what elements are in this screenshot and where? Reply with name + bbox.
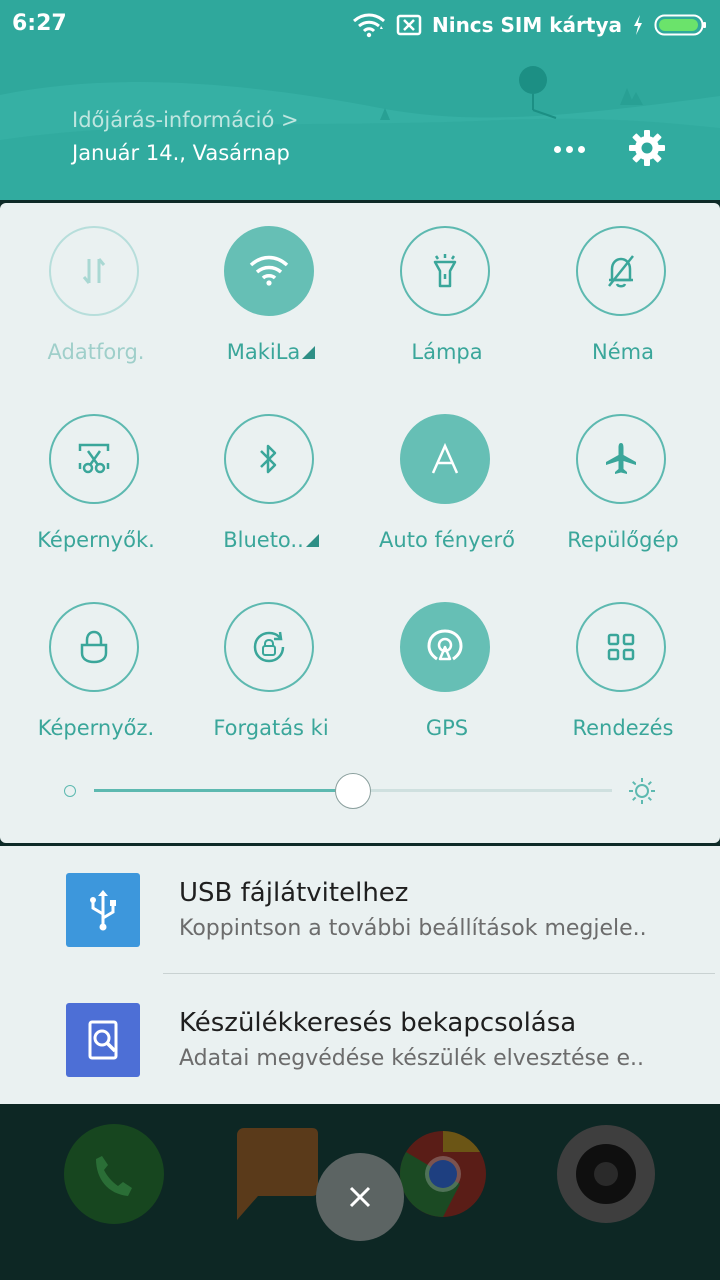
notification-body: Adatai megvédése készülék elvesztése e..	[179, 1046, 645, 1071]
tile-flashlight[interactable]: Lámpa	[359, 203, 535, 364]
tile-label: GPS	[425, 716, 469, 740]
sim-status-text: Nincs SIM kártya	[431, 13, 622, 37]
tile-gps[interactable]: GPS	[359, 579, 535, 740]
auto-brightness-icon	[431, 442, 459, 474]
brightness-low-icon	[64, 785, 76, 797]
tile-label: Rendezés	[572, 716, 674, 740]
expand-triangle-icon[interactable]	[302, 346, 316, 359]
tile-screenshot[interactable]: Képernyők.	[8, 391, 184, 552]
no-sim-icon	[396, 14, 422, 36]
brightness-slider[interactable]	[0, 763, 720, 823]
usb-icon	[66, 873, 140, 947]
find-device-icon	[66, 1003, 140, 1077]
wifi-icon	[352, 13, 385, 38]
clock: 6:27	[12, 11, 67, 36]
notification-body: Koppintson a további beállítások megjele…	[179, 916, 647, 941]
date-label: Január 14., Vasárnap	[72, 141, 290, 165]
messages-icon	[237, 1128, 318, 1220]
tile-bluetooth[interactable]: Blueto..	[183, 391, 359, 552]
tile-label: Adatforg.	[47, 340, 145, 364]
notification-usb[interactable]: USB fájlátvitelhez Koppintson a további …	[0, 846, 720, 974]
tile-label: Auto fényerő	[379, 528, 515, 552]
wifi-icon	[249, 255, 289, 286]
tile-airplane[interactable]: Repülőgép	[535, 391, 711, 552]
battery-icon	[654, 14, 706, 36]
settings-icon[interactable]	[625, 126, 669, 170]
tile-arrange[interactable]: Rendezés	[535, 579, 711, 740]
brightness-fill	[94, 789, 353, 792]
tile-label: Blueto..	[183, 528, 359, 552]
status-bar: 6:27 Nincs SIM kártya	[0, 0, 720, 50]
screenshot-scissors-icon	[78, 443, 110, 474]
tile-label: Képernyők.	[37, 528, 155, 552]
more-icon	[553, 145, 561, 153]
rotation-lock-icon	[253, 631, 285, 663]
silent-bell-icon	[608, 255, 634, 288]
tile-label: Lámpa	[411, 340, 483, 364]
bluetooth-icon	[260, 444, 277, 474]
phone-icon	[64, 1124, 164, 1224]
tile-label-text: MakiLa	[226, 340, 301, 364]
tile-label: Forgatás ki	[213, 716, 329, 740]
divider	[163, 973, 715, 974]
grid-icon	[607, 633, 635, 661]
close-icon	[349, 1186, 371, 1208]
charging-icon	[634, 15, 642, 35]
brightness-thumb[interactable]	[335, 773, 371, 809]
tile-label: Képernyőz.	[37, 716, 155, 740]
notification-list: USB fájlátvitelhez Koppintson a további …	[0, 846, 720, 1104]
lock-icon	[80, 630, 108, 664]
tile-data-transfer[interactable]: Adatforg.	[8, 203, 184, 364]
brightness-high-icon	[629, 778, 655, 804]
expand-triangle-icon[interactable]	[305, 534, 319, 547]
close-button[interactable]	[316, 1153, 404, 1241]
flashlight-icon	[433, 254, 457, 288]
tile-label-text: Blueto..	[223, 528, 304, 552]
notification-title: Készülékkeresés bekapcsolása	[179, 1008, 577, 1038]
weather-info-link[interactable]: Időjárás-információ >	[72, 108, 299, 132]
tile-label: Néma	[592, 340, 654, 364]
tile-label: Repülőgép	[567, 528, 679, 552]
chrome-icon	[399, 1131, 486, 1217]
more-options-button[interactable]	[546, 132, 592, 166]
notification-header: 6:27 Nincs SIM kártya Időjárás-informáci…	[0, 0, 720, 200]
airplane-icon	[606, 443, 636, 474]
data-transfer-icon	[82, 258, 106, 284]
tile-label: MakiLa	[183, 340, 359, 364]
tile-wifi[interactable]: MakiLa	[183, 203, 359, 364]
camera-icon	[557, 1125, 655, 1223]
quick-settings-panel: Adatforg. MakiLa Lámpa Néma Képernyők. B…	[0, 203, 720, 843]
notification-title: USB fájlátvitelhez	[179, 878, 409, 908]
tile-rotation[interactable]: Forgatás ki	[183, 579, 359, 740]
tile-silent[interactable]: Néma	[535, 203, 711, 364]
notification-find-device[interactable]: Készülékkeresés bekapcsolása Adatai megv…	[0, 976, 720, 1104]
tile-auto-brightness[interactable]: Auto fényerő	[359, 391, 535, 552]
tile-screen-lock[interactable]: Képernyőz.	[8, 579, 184, 740]
gps-icon	[427, 629, 463, 661]
